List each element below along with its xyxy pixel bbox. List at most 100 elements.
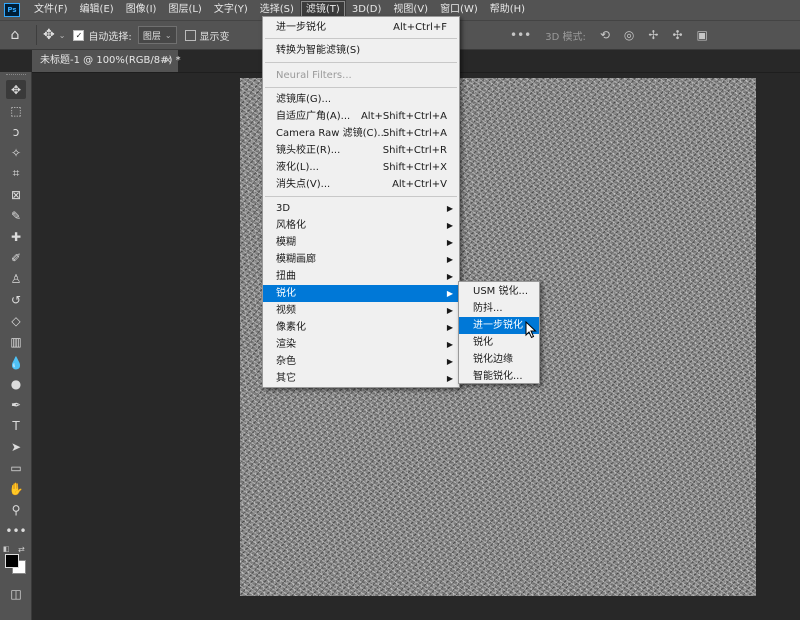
submenu-item-label: 锐化 bbox=[473, 337, 493, 348]
menu-type[interactable]: 文字(Y) bbox=[208, 0, 254, 20]
close-icon[interactable]: × bbox=[164, 50, 172, 72]
blur-tool-icon[interactable]: 💧 bbox=[6, 353, 26, 372]
clone-stamp-icon[interactable]: ♙ bbox=[6, 269, 26, 288]
pen-tool-icon[interactable]: ✒ bbox=[6, 395, 26, 414]
panel-grip[interactable] bbox=[6, 74, 26, 79]
quick-mask-icon[interactable]: ◫ bbox=[6, 584, 26, 603]
lasso-tool-icon[interactable]: ↄ bbox=[6, 122, 26, 141]
submenu-item-unsharp-mask[interactable]: USM 锐化... bbox=[459, 283, 539, 300]
menu-item-label: 转换为智能滤镜(S) bbox=[276, 45, 361, 56]
menu-layer[interactable]: 图层(L) bbox=[162, 0, 207, 20]
menu-item-sharpen[interactable]: 锐化 ▶ bbox=[263, 285, 459, 302]
filter-menu: 进一步锐化 Alt+Ctrl+F 转换为智能滤镜(S) Neural Filte… bbox=[262, 16, 460, 388]
move-icon[interactable]: ✥ bbox=[43, 27, 55, 43]
menu-item-distort[interactable]: 扭曲 ▶ bbox=[263, 268, 459, 285]
menu-item-liquify[interactable]: 液化(L)... Shift+Ctrl+X bbox=[263, 159, 459, 176]
default-colors-icon[interactable]: ◧ bbox=[3, 545, 10, 553]
submenu-item-label: USM 锐化... bbox=[473, 286, 529, 297]
show-transform-checkbox[interactable] bbox=[184, 29, 196, 41]
auto-select-label: 自动选择: bbox=[88, 31, 132, 43]
brush-tool-icon[interactable]: ✐ bbox=[6, 248, 26, 267]
menu-item-adaptive-wide-angle[interactable]: 自适应广角(A)... Alt+Shift+Ctrl+A bbox=[263, 108, 459, 125]
menu-divider bbox=[265, 38, 457, 39]
menu-item-label: 自适应广角(A)... bbox=[276, 111, 351, 122]
menu-file[interactable]: 文件(F) bbox=[28, 0, 74, 20]
submenu-item-sharpen-edges[interactable]: 锐化边缘 bbox=[459, 351, 539, 368]
eraser-icon[interactable]: ◇ bbox=[6, 311, 26, 330]
menu-item-noise[interactable]: 杂色 ▶ bbox=[263, 353, 459, 370]
submenu-item-label: 智能锐化... bbox=[473, 371, 523, 382]
menu-help[interactable]: 帮助(H) bbox=[484, 0, 531, 20]
menu-divider bbox=[265, 196, 457, 197]
menu-item-label: 滤镜库(G)... bbox=[276, 94, 332, 105]
menu-item-label: 扭曲 bbox=[276, 271, 296, 282]
foreground-color-swatch[interactable] bbox=[5, 554, 19, 568]
gradient-tool-icon[interactable]: ▥ bbox=[6, 332, 26, 351]
menu-item-label: 模糊 bbox=[276, 237, 296, 248]
more-options-icon[interactable]: ••• bbox=[510, 28, 531, 42]
orbit-3d-icon[interactable]: ⟲ bbox=[600, 28, 610, 42]
menu-item-vanishing-point[interactable]: 消失点(V)... Alt+Ctrl+V bbox=[263, 176, 459, 193]
menu-item-shortcut: Alt+Shift+Ctrl+A bbox=[360, 111, 447, 122]
rectangle-tool-icon[interactable]: ▭ bbox=[6, 458, 26, 477]
menu-item-3d[interactable]: 3D ▶ bbox=[263, 200, 459, 217]
dodge-tool-icon[interactable]: ● bbox=[6, 374, 26, 393]
layer-select-dropdown[interactable]: 图层 ⌄ bbox=[137, 26, 177, 44]
history-brush-icon[interactable]: ↺ bbox=[6, 290, 26, 309]
submenu-arrow-icon: ▶ bbox=[446, 221, 453, 230]
menu-item-label: 风格化 bbox=[276, 220, 306, 231]
menu-item-lens-correction[interactable]: 镜头校正(R)... Shift+Ctrl+R bbox=[263, 142, 459, 159]
frame-tool-icon[interactable]: ⊠ bbox=[6, 185, 26, 204]
roll-3d-icon[interactable]: ◎ bbox=[624, 28, 634, 42]
submenu-arrow-icon: ▶ bbox=[446, 289, 453, 298]
menu-item-other[interactable]: 其它 ▶ bbox=[263, 370, 459, 387]
menu-edit[interactable]: 编辑(E) bbox=[74, 0, 120, 20]
options-divider bbox=[36, 25, 37, 45]
zoom-tool-icon[interactable]: ⚲ bbox=[6, 500, 26, 519]
hand-tool-icon[interactable]: ✋ bbox=[6, 479, 26, 498]
layer-select-value: 图层 bbox=[142, 31, 161, 42]
swap-colors-icon[interactable]: ⇄ bbox=[18, 545, 25, 554]
menu-item-pixelate[interactable]: 像素化 ▶ bbox=[263, 319, 459, 336]
crop-tool-icon[interactable]: ⌗ bbox=[6, 164, 26, 183]
menu-item-shortcut: Alt+Ctrl+F bbox=[393, 22, 447, 33]
scale-3d-icon[interactable]: ▣ bbox=[697, 28, 708, 42]
menu-item-last-filter[interactable]: 进一步锐化 Alt+Ctrl+F bbox=[263, 19, 459, 36]
chevron-down-icon[interactable]: ⌄ bbox=[59, 31, 66, 40]
menu-item-filter-gallery[interactable]: 滤镜库(G)... bbox=[263, 91, 459, 108]
menu-item-stylize[interactable]: 风格化 ▶ bbox=[263, 217, 459, 234]
marquee-tool-icon[interactable]: ⬚ bbox=[6, 101, 26, 120]
auto-select-checkbox[interactable]: ✓ bbox=[73, 29, 85, 41]
more-tools-icon[interactable]: ••• bbox=[5, 521, 26, 540]
submenu-arrow-icon: ▶ bbox=[446, 272, 453, 281]
eyedropper-icon[interactable]: ✎ bbox=[6, 206, 26, 225]
menu-item-video[interactable]: 视频 ▶ bbox=[263, 302, 459, 319]
healing-brush-icon[interactable]: ✚ bbox=[6, 227, 26, 246]
menu-item-blur[interactable]: 模糊 ▶ bbox=[263, 234, 459, 251]
submenu-arrow-icon: ▶ bbox=[446, 255, 453, 264]
home-icon[interactable]: ⌂ bbox=[0, 21, 30, 49]
menu-item-blur-gallery[interactable]: 模糊画廊 ▶ bbox=[263, 251, 459, 268]
menu-item-convert-smart-filters[interactable]: 转换为智能滤镜(S) bbox=[263, 42, 459, 59]
submenu-item-shake-reduction[interactable]: 防抖... bbox=[459, 300, 539, 317]
magic-wand-icon[interactable]: ✧ bbox=[6, 143, 26, 162]
document-tab[interactable]: 未标题-1 @ 100%(RGB/8#) * × bbox=[32, 50, 181, 72]
menu-item-render[interactable]: 渲染 ▶ bbox=[263, 336, 459, 353]
pan-3d-icon[interactable]: ✢ bbox=[648, 28, 658, 42]
submenu-arrow-icon: ▶ bbox=[446, 357, 453, 366]
submenu-item-smart-sharpen[interactable]: 智能锐化... bbox=[459, 368, 539, 385]
move-tool-icon[interactable]: ✥ bbox=[6, 80, 26, 99]
submenu-arrow-icon: ▶ bbox=[446, 340, 453, 349]
submenu-arrow-icon: ▶ bbox=[446, 204, 453, 213]
menu-image[interactable]: 图像(I) bbox=[120, 0, 163, 20]
type-tool-icon[interactable]: T bbox=[6, 416, 26, 435]
show-transform-label: 显示变 bbox=[199, 31, 230, 43]
document-tab-title: 未标题-1 @ 100%(RGB/8#) * bbox=[40, 55, 181, 66]
3d-mode-label: 3D 模式: bbox=[545, 31, 586, 43]
menu-item-camera-raw[interactable]: Camera Raw 滤镜(C)... Shift+Ctrl+A bbox=[263, 125, 459, 142]
menu-item-label: 液化(L)... bbox=[276, 162, 319, 173]
slide-3d-icon[interactable]: ✣ bbox=[672, 28, 682, 42]
path-selection-icon[interactable]: ➤ bbox=[6, 437, 26, 456]
tools-panel: ✥ ⬚ ↄ ✧ ⌗ ⊠ ✎ ✚ ✐ ♙ ↺ ◇ ▥ 💧 ● ✒ T ➤ ▭ ✋ … bbox=[0, 72, 32, 620]
menu-item-label: 3D bbox=[276, 203, 291, 214]
